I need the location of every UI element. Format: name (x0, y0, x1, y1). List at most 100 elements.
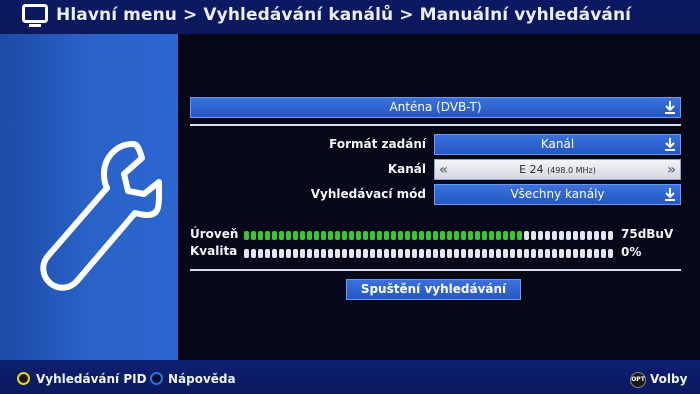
meter-segment (272, 248, 277, 258)
meter-segment (356, 248, 361, 258)
meter-segment (377, 248, 382, 258)
meter-segment (608, 230, 613, 240)
antenna-select[interactable]: Anténa (DVB-T) (190, 97, 681, 118)
options-action[interactable]: Volby (650, 372, 687, 386)
input-format-label: Formát zadání (329, 137, 426, 151)
meter-segment (573, 230, 578, 240)
meter-segment (447, 230, 452, 240)
meter-segment (279, 248, 284, 258)
meter-segment (475, 248, 480, 258)
meter-segment (398, 230, 403, 240)
meter-segment (293, 230, 298, 240)
meter-segment (538, 230, 543, 240)
meter-segment (552, 248, 557, 258)
meter-segment (587, 230, 592, 240)
meter-segment (391, 230, 396, 240)
search-mode-label: Vyhledávací mód (310, 187, 426, 201)
help-action[interactable]: Nápověda (168, 372, 236, 386)
meter-segment (496, 230, 501, 240)
meter-segment (419, 230, 424, 240)
meter-segment (265, 230, 270, 240)
meter-segment (538, 248, 543, 258)
meter-segment (433, 230, 438, 240)
blue-key-icon (150, 372, 163, 385)
meter-segment (524, 230, 529, 240)
channel-selector[interactable]: « E 24 (498.0 MHz) » (434, 159, 681, 180)
meter-segment (342, 248, 347, 258)
meter-segment (328, 248, 333, 258)
channel-frequency: (498.0 MHz) (547, 166, 596, 175)
divider-top (190, 124, 681, 126)
meter-segment (510, 248, 515, 258)
meter-segment (377, 230, 382, 240)
meter-segment (573, 248, 578, 258)
meter-segment (587, 248, 592, 258)
meter-segment (517, 230, 522, 240)
input-format-value: Kanál (540, 137, 575, 151)
search-mode-select[interactable]: Všechny kanály (434, 184, 681, 205)
meter-segment (384, 248, 389, 258)
chevron-down-icon (665, 138, 675, 151)
meter-segment (244, 230, 249, 240)
meter-segment (286, 230, 291, 240)
meter-segment (440, 248, 445, 258)
quality-meter (244, 248, 613, 258)
channel-label: Kanál (387, 162, 426, 176)
meter-segment (489, 230, 494, 240)
meter-segment (293, 248, 298, 258)
meter-segment (531, 230, 536, 240)
meter-segment (440, 230, 445, 240)
meter-segment (363, 248, 368, 258)
meter-segment (475, 230, 480, 240)
meter-segment (370, 230, 375, 240)
meter-segment (510, 230, 515, 240)
meter-segment (419, 248, 424, 258)
meter-segment (265, 248, 270, 258)
meter-segment (328, 230, 333, 240)
yellow-key-icon (17, 372, 30, 385)
meter-segment (384, 230, 389, 240)
meter-segment (258, 248, 263, 258)
level-value: 75dBuV (621, 227, 674, 241)
tv-icon (22, 4, 48, 27)
start-search-label: Spuštění vyhledávání (360, 282, 507, 296)
meter-segment (468, 248, 473, 258)
meter-segment (349, 230, 354, 240)
meter-segment (258, 230, 263, 240)
meter-segment (314, 230, 319, 240)
meter-segment (601, 230, 606, 240)
meter-segment (447, 248, 452, 258)
meter-segment (566, 230, 571, 240)
meter-segment (517, 248, 522, 258)
meter-segment (524, 248, 529, 258)
meter-segment (251, 230, 256, 240)
start-search-button[interactable]: Spuštění vyhledávání (346, 279, 521, 300)
input-format-select[interactable]: Kanál (434, 134, 681, 155)
meter-segment (594, 230, 599, 240)
pid-search-action[interactable]: Vyhledávání PID (36, 372, 147, 386)
meter-segment (496, 248, 501, 258)
meter-segment (489, 248, 494, 258)
search-mode-value: Všechny kanály (510, 187, 605, 201)
chevron-down-icon (665, 101, 675, 114)
meter-segment (468, 230, 473, 240)
chevron-left-icon[interactable]: « (439, 161, 448, 180)
chevron-right-icon[interactable]: » (667, 161, 676, 180)
meter-segment (405, 230, 410, 240)
quality-label: Kvalita (190, 244, 238, 258)
meter-segment (356, 230, 361, 240)
meter-segment (370, 248, 375, 258)
meter-segment (461, 230, 466, 240)
meter-segment (314, 248, 319, 258)
meter-segment (251, 248, 256, 258)
meter-segment (391, 248, 396, 258)
meter-segment (454, 230, 459, 240)
meter-segment (398, 248, 403, 258)
meter-segment (335, 248, 340, 258)
header-bar: Hlavní menu > Vyhledávání kanálů > Manuá… (0, 0, 700, 34)
meter-segment (321, 230, 326, 240)
meter-segment (545, 248, 550, 258)
quality-value: 0% (621, 245, 642, 259)
channel-value: E 24 (519, 163, 544, 176)
wrench-icon (40, 141, 162, 291)
